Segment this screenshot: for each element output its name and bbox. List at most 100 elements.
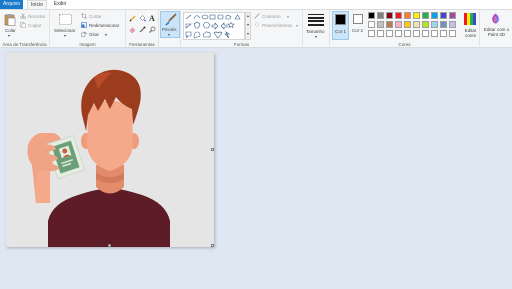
color-swatch[interactable] — [404, 12, 411, 19]
eraser-icon[interactable] — [129, 26, 136, 33]
color1-swatch — [335, 14, 346, 25]
size-line-thin — [308, 14, 324, 15]
copy-label: Copiar — [28, 22, 42, 28]
colors-group: Cor 1 Cor 2 Editar cores Cores — [330, 10, 480, 48]
resize-handle-corner[interactable] — [211, 244, 214, 247]
fill-dropdown-icon: ▾ — [296, 22, 299, 28]
copy-button[interactable]: Copiar — [20, 22, 48, 29]
brushes-dropdown-icon: ▾ — [168, 32, 171, 37]
crop-button[interactable]: Cortar — [81, 13, 121, 20]
size-line-medium — [308, 17, 324, 19]
tab-bar: Arquivo Início Exibir — [0, 0, 512, 10]
color1-button[interactable]: Cor 1 — [332, 11, 349, 40]
person-illustration — [27, 69, 170, 247]
color-swatch[interactable] — [395, 21, 402, 28]
scroll-more-icon: ▾ — [247, 31, 250, 36]
color-swatch[interactable] — [440, 30, 447, 37]
tools-group: A Ferramentas — [126, 10, 159, 48]
tab-file[interactable]: Arquivo — [0, 0, 23, 9]
color-swatch[interactable] — [413, 12, 420, 19]
color-swatch[interactable] — [449, 12, 456, 19]
rotate-button[interactable]: Girar ▾ — [81, 31, 121, 38]
size-group: Tamanho ▾ — [303, 10, 330, 48]
color-wheel-icon — [464, 13, 476, 25]
colors-group-label: Cores — [398, 42, 411, 47]
shapes-group-label: Formas — [233, 42, 250, 47]
color-swatch[interactable] — [368, 12, 375, 19]
color-swatch[interactable] — [449, 30, 456, 37]
color-swatch[interactable] — [377, 30, 384, 37]
paste-icon — [4, 14, 16, 26]
ribbon: Colar ▾ Recortar Copiar Área de Transfer… — [0, 9, 512, 48]
crop-label: Cortar — [89, 13, 102, 19]
image-group-label: Imagem — [79, 42, 96, 47]
select-button[interactable]: Selecionar ▾ — [54, 12, 78, 38]
color-swatch[interactable] — [431, 12, 438, 19]
outline-dropdown-icon: ▾ — [287, 13, 290, 19]
fill-bucket-icon[interactable] — [139, 15, 146, 22]
pencil-icon[interactable] — [129, 15, 136, 22]
color-swatch[interactable] — [422, 30, 429, 37]
color-swatch[interactable] — [449, 21, 456, 28]
fill-icon — [254, 22, 260, 27]
size-dropdown-icon: ▾ — [315, 34, 318, 39]
rotate-dropdown-icon: ▾ — [105, 31, 108, 37]
shapes-group: ▴ ▾ ▾ Contorno ▾ Preenchimento ▾ Formas — [181, 10, 303, 48]
paint3d-button[interactable]: Editar com o Paint 3D — [482, 12, 510, 42]
color-swatch[interactable] — [404, 21, 411, 28]
color-swatch[interactable] — [377, 12, 384, 19]
edit-colors-button[interactable]: Editar cores — [460, 12, 480, 40]
color-swatch[interactable] — [422, 12, 429, 19]
color-swatch[interactable] — [431, 30, 438, 37]
size-button[interactable]: Tamanho ▾ — [305, 12, 328, 39]
tools-group-label: Ferramentas — [129, 42, 155, 47]
color1-label: Cor 1 — [335, 29, 347, 34]
color-swatch[interactable] — [431, 21, 438, 28]
color-swatch[interactable] — [368, 30, 375, 37]
crop-icon — [81, 13, 87, 19]
color-swatch[interactable] — [386, 12, 393, 19]
brush-icon — [165, 13, 177, 26]
paint3d-label: Editar com o Paint 3D — [483, 27, 510, 37]
clipboard-group: Colar ▾ Recortar Copiar Área de Transfer… — [0, 10, 50, 48]
shapes-scrollbar[interactable]: ▴ ▾ ▾ — [245, 12, 251, 40]
color-swatch[interactable] — [440, 12, 447, 19]
fill-dropdown[interactable]: Preenchimento ▾ — [254, 22, 302, 29]
paste-label: Colar — [5, 28, 16, 33]
outline-dropdown[interactable]: Contorno ▾ — [254, 13, 300, 20]
color-swatch[interactable] — [413, 30, 420, 37]
cut-label: Recortar — [28, 13, 46, 19]
size-line-thick — [308, 20, 324, 22]
color-swatch[interactable] — [386, 21, 393, 28]
drawing-canvas[interactable] — [6, 53, 214, 247]
size-line-thickest — [308, 23, 324, 26]
resize-handle-bottom[interactable] — [108, 244, 111, 247]
color-swatch[interactable] — [395, 12, 402, 19]
color-picker-icon[interactable] — [139, 26, 146, 33]
color-swatch[interactable] — [368, 21, 375, 28]
edit-colors-label: Editar cores — [464, 28, 477, 38]
brushes-button[interactable]: Pincéis ▾ — [160, 11, 180, 38]
select-icon — [59, 14, 72, 25]
color2-label: Cor 2 — [352, 28, 364, 33]
text-tool-icon[interactable]: A — [149, 14, 155, 23]
copy-icon — [20, 22, 26, 28]
select-dropdown-icon: ▾ — [64, 33, 67, 38]
color-swatch[interactable] — [422, 21, 429, 28]
paste-button[interactable]: Colar ▾ — [2, 12, 18, 38]
color-swatch[interactable] — [413, 21, 420, 28]
color-swatch[interactable] — [404, 30, 411, 37]
resize-handle-right[interactable] — [211, 148, 214, 151]
color-swatch[interactable] — [377, 21, 384, 28]
color2-button[interactable]: Cor 2 — [351, 11, 366, 40]
shapes-gallery[interactable] — [183, 12, 245, 40]
tab-view[interactable]: Exibir — [51, 0, 69, 9]
cut-button[interactable]: Recortar — [20, 13, 48, 20]
outline-icon — [254, 13, 260, 19]
color-swatch[interactable] — [395, 30, 402, 37]
magnifier-icon[interactable] — [149, 26, 156, 33]
shapes-gallery-icons — [185, 14, 241, 39]
color-swatch[interactable] — [440, 21, 447, 28]
color-swatch[interactable] — [386, 30, 393, 37]
resize-button[interactable]: Redimensionar — [81, 22, 123, 29]
